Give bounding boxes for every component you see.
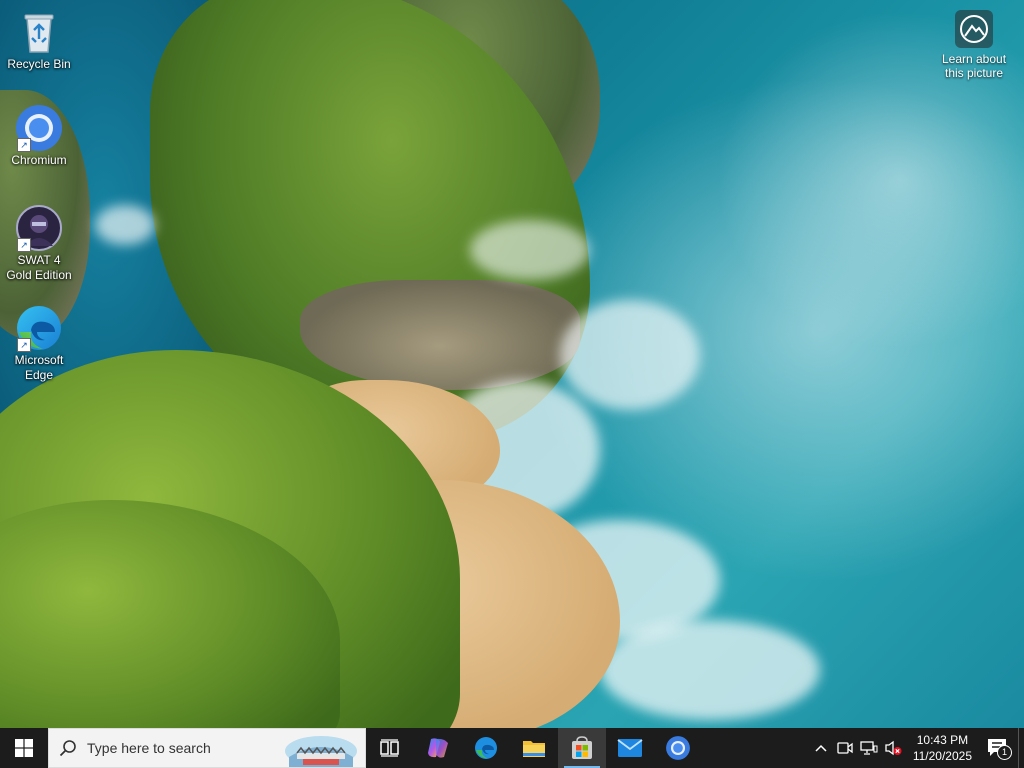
start-button[interactable] [0,728,48,768]
system-tray: 10:43 PM 11/20/2025 1 [809,728,1024,768]
desktop-icon-label: SWAT 4 Gold Edition [6,253,72,282]
show-desktop-button[interactable] [1018,728,1024,768]
taskbar-app-edge[interactable] [462,728,510,768]
search-icon [59,739,77,757]
shortcut-arrow-icon: ↗ [17,138,31,152]
learn-about-label-1: Learn about [941,52,1007,66]
notification-badge: 1 [997,745,1012,760]
taskbar: Type here to search 10:43 PM 11/20/2025 … [0,728,1024,768]
taskbar-app-file-explorer[interactable] [510,728,558,768]
taskbar-app-store[interactable] [558,728,606,768]
windows-logo-icon [15,739,33,757]
search-highlight-image[interactable] [283,731,359,767]
desktop-icon-swat4[interactable]: ↗ SWAT 4 Gold Edition [1,204,77,283]
taskbar-app-chromium[interactable] [654,728,702,768]
meet-now-icon[interactable] [833,728,857,768]
store-icon [572,736,592,759]
task-view-button[interactable] [366,728,414,768]
clock-time: 10:43 PM [916,733,969,747]
recycle-bin-icon [15,8,63,56]
clock[interactable]: 10:43 PM 11/20/2025 [905,732,978,764]
swat4-icon: ↗ [15,204,63,252]
network-icon[interactable] [857,728,881,768]
shortcut-arrow-icon: ↗ [17,338,31,352]
edge-icon: ↗ [15,304,63,352]
edge-icon [475,737,497,759]
folder-icon [523,741,545,757]
mail-icon [617,739,643,757]
taskbar-app-mail[interactable] [606,728,654,768]
desktop-icon-edge[interactable]: ↗ Microsoft Edge [1,304,77,383]
desktop-icon-recycle-bin[interactable]: Recycle Bin [1,8,77,72]
clock-date: 11/20/2025 [912,749,972,763]
task-view-icon [380,739,399,757]
chevron-up-icon[interactable] [809,728,833,768]
chromium-icon: ↗ [15,104,63,152]
shortcut-arrow-icon: ↗ [17,238,31,252]
learn-about-label-2: this picture [944,66,1004,80]
copilot-icon [428,738,448,758]
camera-icon [955,10,993,48]
desktop-icon-label: Recycle Bin [7,57,71,71]
desktop-icon-label: Microsoft Edge [14,353,64,382]
learn-about-picture[interactable]: Learn about this picture [930,10,1018,80]
chromium-icon [666,736,690,760]
notification-center-button[interactable]: 1 [978,728,1018,768]
desktop-icon-chromium[interactable]: ↗ Chromium [1,104,77,168]
search-box[interactable]: Type here to search [48,728,366,768]
desktop-icon-label: Chromium [11,153,67,167]
desktop-wallpaper [0,0,1024,728]
volume-muted-icon[interactable] [881,728,905,768]
taskbar-app-copilot[interactable] [414,728,462,768]
search-placeholder: Type here to search [87,740,211,756]
